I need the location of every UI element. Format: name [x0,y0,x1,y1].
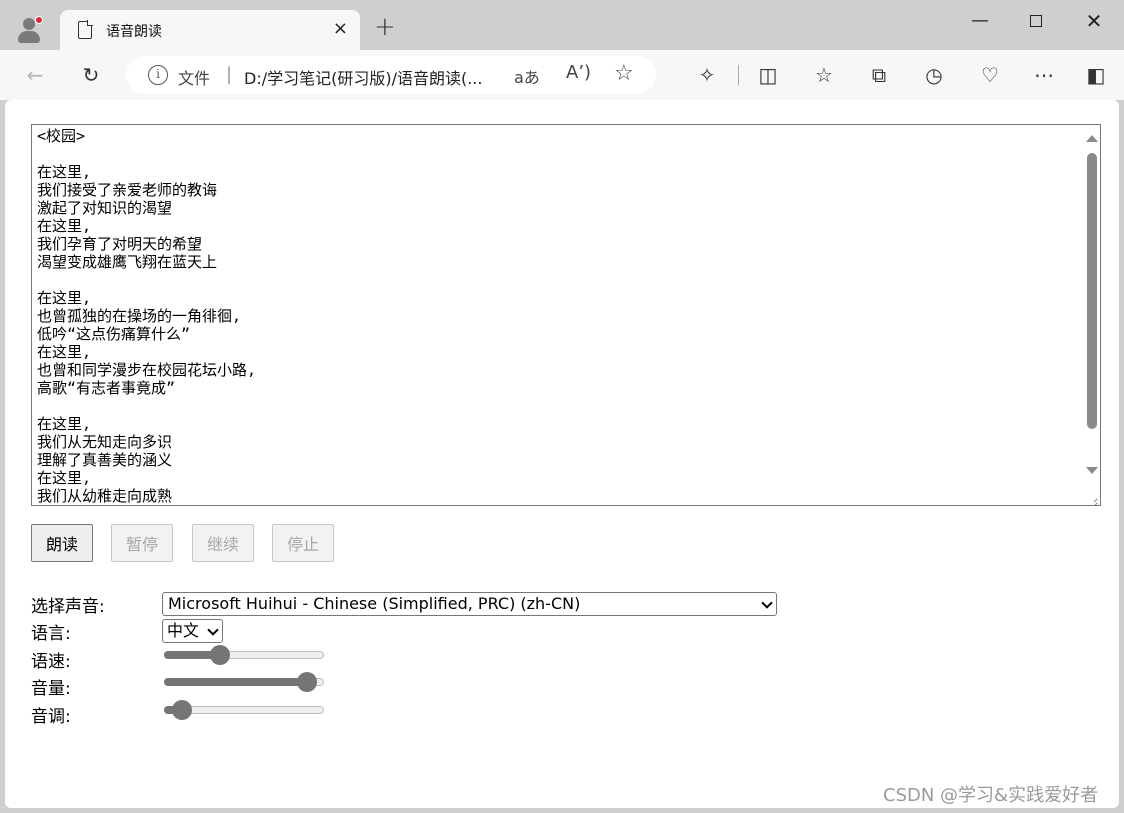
back-icon[interactable]: ← [22,62,48,88]
minimize-icon[interactable]: — [960,6,1000,36]
rate-slider[interactable] [164,645,324,665]
address-separator: | [226,64,233,85]
close-tab-icon[interactable]: × [333,18,348,39]
page-content: <校园> 在这里, 我们接受了亲爱老师的教诲 激起了对知识的渴望 在这里, 我们… [5,100,1119,808]
pitch-slider[interactable] [164,700,324,720]
tab-title: 语音朗读 [106,24,162,40]
pause-button[interactable]: 暂停 [111,524,173,562]
volume-label: 音量: [31,679,71,699]
maximize-icon[interactable] [1016,6,1056,36]
read-aloud-icon[interactable]: A’) [566,62,591,83]
tab-bar: 语音朗读 × + — ✕ [0,0,1124,50]
address-bar[interactable]: i 文件 | D:/学习笔记(研习版)/语音朗读(... aあ A’) ☆ [126,56,656,94]
chevron-down-icon [761,597,773,609]
notification-dot [35,16,43,24]
rate-label: 语速: [31,652,71,672]
volume-slider-thumb[interactable] [297,672,317,692]
document-icon [78,20,93,39]
language-select[interactable]: 中文 [162,619,223,643]
voice-select-value: Microsoft Huihui - Chinese (Simplified, … [168,594,581,613]
pitch-label: 音调: [31,707,71,727]
chevron-down-icon [207,624,219,636]
url-text[interactable]: D:/学习笔记(研习版)/语音朗读(... [244,65,482,89]
stop-button[interactable]: 停止 [272,524,334,562]
reader-mode-icon[interactable]: aあ [514,64,540,88]
refresh-icon[interactable]: ↻ [78,62,104,88]
scroll-down-icon[interactable] [1086,467,1098,474]
favorites-icon[interactable]: ☆ [811,62,837,88]
browser-toolbar: ← ↻ i 文件 | D:/学习笔记(研习版)/语音朗读(... aあ A’) … [0,50,1124,100]
extensions-icon[interactable]: ✧ [694,62,720,88]
new-tab-icon[interactable]: + [374,14,396,40]
watermark-text: CSDN @学习&实践爱好者 [883,785,1099,806]
language-select-value: 中文 [167,621,200,640]
resume-button[interactable]: 继续 [192,524,254,562]
rate-slider-thumb[interactable] [210,645,231,665]
collections-icon[interactable]: ⧉ [866,62,892,88]
text-to-read-textarea[interactable]: <校园> 在这里, 我们接受了亲爱老师的教诲 激起了对知识的渴望 在这里, 我们… [31,124,1101,506]
favorite-star-icon[interactable]: ☆ [614,61,634,86]
info-icon[interactable]: i [148,65,168,85]
volume-slider[interactable] [164,672,324,692]
voice-label: 选择声音: [31,597,105,617]
resize-handle-icon[interactable] [1088,493,1098,503]
browser-essentials-icon[interactable]: ♡ [977,62,1003,88]
profile-avatar-icon[interactable] [14,14,44,44]
voice-select[interactable]: Microsoft Huihui - Chinese (Simplified, … [162,592,777,616]
pitch-slider-thumb[interactable] [172,700,193,720]
textarea-scrollbar[interactable] [1083,125,1100,505]
textarea-content[interactable]: <校园> 在这里, 我们接受了亲爱老师的教诲 激起了对知识的渴望 在这里, 我们… [37,127,1077,505]
tab-active[interactable]: 语音朗读 × [60,10,360,50]
toolbar-divider [738,65,739,85]
close-window-icon[interactable]: ✕ [1074,6,1114,36]
split-screen-icon[interactable]: ◫ [755,62,781,88]
scroll-up-icon[interactable] [1086,135,1098,142]
history-icon[interactable]: ◷ [921,62,947,88]
more-options-icon[interactable]: ⋯ [1031,62,1057,88]
sidebar-toggle-icon[interactable]: ◧ [1083,62,1109,88]
scheme-label: 文件 [178,69,211,88]
read-button[interactable]: 朗读 [31,524,93,562]
scrollbar-thumb[interactable] [1087,153,1097,429]
language-label: 语言: [31,624,71,644]
